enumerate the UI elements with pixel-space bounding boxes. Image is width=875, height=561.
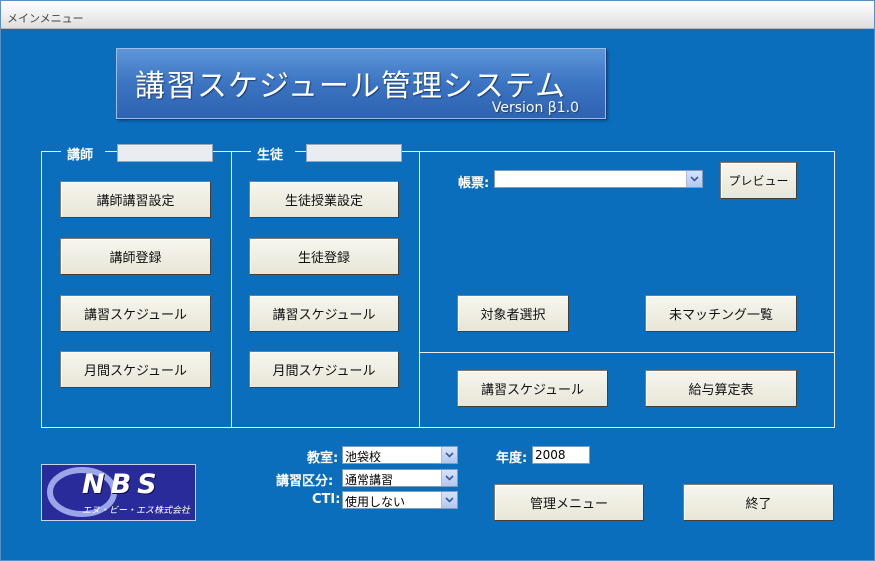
chevron-down-icon[interactable] (686, 171, 702, 187)
teacher-register-button[interactable]: 講師登録 (60, 238, 211, 275)
report-frame-divider (419, 352, 835, 353)
student-monthly-schedule-button[interactable]: 月間スケジュール (249, 351, 399, 388)
course-type-select-value: 通常講習 (345, 473, 394, 487)
course-type-select[interactable]: 通常講習 (342, 469, 458, 487)
title-bar[interactable]: メインメニュー (1, 1, 874, 29)
report-select[interactable] (494, 170, 703, 188)
chevron-down-icon[interactable] (441, 447, 457, 463)
banner-version: Version β1.0 (491, 100, 579, 116)
exit-button[interactable]: 終了 (683, 484, 834, 521)
course-type-label: 講習区分: (276, 474, 334, 489)
student-status-box (306, 144, 402, 162)
teacher-frame-top-mid (105, 151, 117, 152)
cti-select-value: 使用しない (345, 495, 406, 509)
report-label: 帳票: (458, 176, 490, 191)
student-legend: 生徒 (253, 144, 288, 163)
student-class-settings-button[interactable]: 生徒授業設定 (249, 181, 399, 218)
student-frame-top-right (402, 151, 420, 152)
student-frame-top-mid (295, 151, 306, 152)
student-frame-top-left (231, 151, 251, 152)
cti-select[interactable]: 使用しない (342, 491, 458, 509)
teacher-monthly-schedule-button[interactable]: 月間スケジュール (60, 351, 211, 388)
teacher-frame-top-left (41, 151, 61, 152)
year-label: 年度: (496, 451, 528, 466)
banner-title: 講習スケジュール管理システム (135, 69, 566, 104)
year-input-value: 2008 (535, 448, 566, 462)
classroom-select[interactable]: 池袋校 (342, 446, 458, 464)
salary-calc-button[interactable]: 給与算定表 (645, 370, 797, 407)
unmatched-list-button[interactable]: 未マッチング一覧 (645, 295, 797, 332)
system-banner: 講習スケジュール管理システム Version β1.0 (116, 48, 606, 119)
teacher-schedule-button[interactable]: 講習スケジュール (60, 295, 211, 332)
teacher-legend: 講師 (63, 144, 98, 163)
classroom-select-value: 池袋校 (345, 450, 382, 464)
logo-subtext: エヌ・ビー・エス株式会社 (82, 506, 191, 516)
cti-label: CTI: (312, 492, 341, 507)
teacher-status-box (117, 144, 213, 162)
student-register-button[interactable]: 生徒登録 (249, 238, 399, 275)
target-select-button[interactable]: 対象者選択 (457, 295, 569, 332)
report-schedule-button[interactable]: 講習スケジュール (457, 370, 608, 407)
logo-text: NBS (82, 469, 163, 500)
admin-menu-button[interactable]: 管理メニュー (494, 484, 644, 521)
company-logo: NBS エヌ・ビー・エス株式会社 (41, 464, 196, 521)
teacher-frame-top-right (213, 151, 232, 152)
year-input[interactable]: 2008 (532, 446, 590, 464)
chevron-down-icon[interactable] (441, 470, 457, 486)
main-menu-window: メインメニュー 講習スケジュール管理システム Version β1.0 講師 生… (0, 0, 875, 561)
window-title: メインメニュー (7, 12, 84, 25)
classroom-label: 教室: (307, 451, 339, 466)
student-schedule-button[interactable]: 講習スケジュール (249, 295, 399, 332)
teacher-course-settings-button[interactable]: 講師講習設定 (60, 181, 211, 218)
chevron-down-icon[interactable] (441, 492, 457, 508)
preview-button[interactable]: プレビュー (720, 162, 797, 199)
